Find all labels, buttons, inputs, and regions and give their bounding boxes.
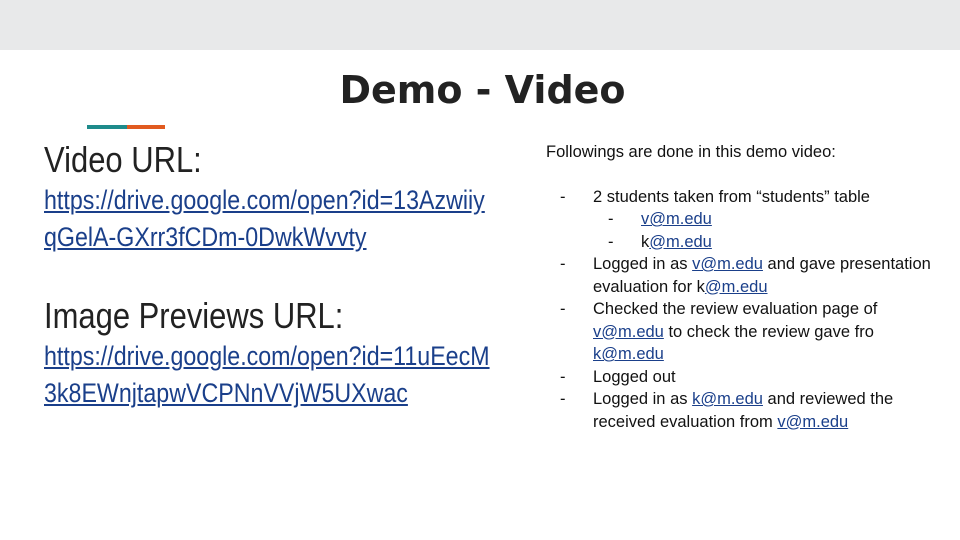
student-item: k@m.edu [593,231,946,254]
demo-intro: Followings are done in this demo video: [546,143,836,161]
task-text: Logged in as [593,255,693,273]
top-band [0,0,960,50]
task-item-login-evaluate: Logged in as v@m.edu and gave presentati… [546,253,946,298]
task-item-logout: Logged out [546,366,946,389]
email-link[interactable]: v@m.edu [692,255,763,273]
video-url-heading: Video URL: [44,139,202,180]
task-text: to check the review gave fro [663,322,874,341]
student-list: v@m.edu k@m.edu [593,208,946,253]
video-url-line2: qGelA-GXrr3fCDm-0DwkWvvty [44,222,367,252]
slide-title: Demo - Video [339,68,626,112]
task-item-login-review: Logged in as k@m.edu and reviewed the re… [546,388,946,433]
task-list: 2 students taken from “students” table v… [546,186,946,434]
task-text: Checked the review evaluation page of [593,300,878,318]
task-text: 2 students taken from “students” table [593,187,870,206]
accent-bar-orange [127,125,165,129]
accent-bar-teal [87,125,127,129]
email-link[interactable]: k@m.edu [692,390,763,408]
task-text: Logged out [593,367,676,386]
email-link[interactable]: k@m.edu [593,345,664,363]
task-text: Logged in as [593,390,693,408]
email-link[interactable]: v@m.edu [593,323,664,341]
student-item: v@m.edu [593,208,946,231]
links-section: Video URL: https://drive.google.com/open… [44,138,534,412]
image-previews-heading: Image Previews URL: [44,295,344,336]
image-url-line1: https://drive.google.com/open?id=11uEecM [44,341,490,371]
student-email-link[interactable]: @m.edu [649,233,712,251]
image-url-line2: 3k8EWnjtapwVCPNnVVjW5UXwac [44,378,408,408]
student-email-prefix: k [641,232,650,251]
email-link[interactable]: @m.edu [705,278,768,296]
video-url-link[interactable]: https://drive.google.com/open?id=13Azwii… [44,182,526,256]
email-link[interactable]: v@m.edu [777,413,848,431]
task-item-check-review: Checked the review evaluation page of v@… [546,298,946,366]
video-url-line1: https://drive.google.com/open?id=13Azwii… [44,185,485,215]
student-email-link[interactable]: v@m.edu [641,210,712,228]
task-item-students: 2 students taken from “students” table v… [546,186,946,254]
image-previews-url-link[interactable]: https://drive.google.com/open?id=11uEecM… [44,338,526,412]
demo-steps-section: Followings are done in this demo video: … [546,141,946,433]
